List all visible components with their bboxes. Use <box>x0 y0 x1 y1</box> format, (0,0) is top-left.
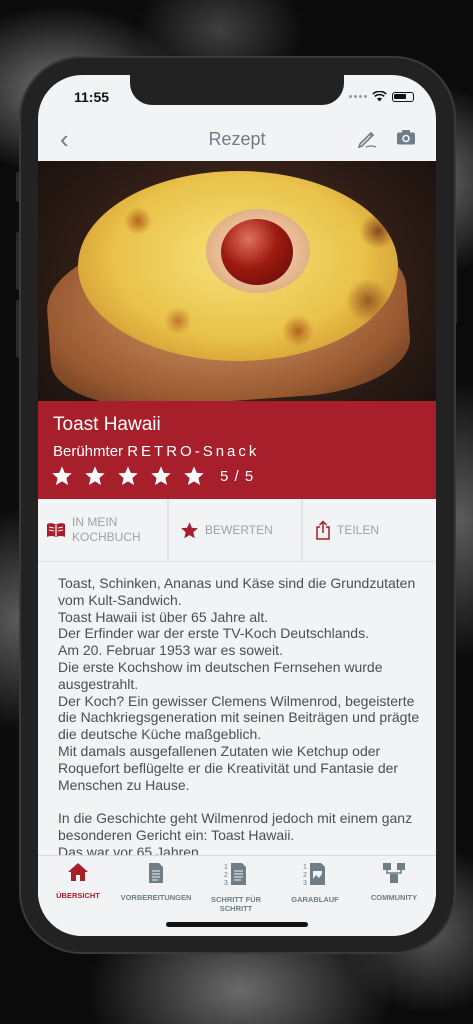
recipe-header: Toast Hawaii Berühmter RETRO-Snack 5 / 5 <box>38 401 436 499</box>
description-line: Der Koch? Ein gewisser Clemens Wilmenrod… <box>58 692 420 743</box>
description-line <box>58 793 420 810</box>
nav-bar: ‹ Rezept <box>38 119 436 161</box>
notch <box>130 75 344 105</box>
action-bar: IN MEIN KOCHBUCH BEWERTEN TEILEN <box>38 499 436 561</box>
tab-cooking-process[interactable]: 1 2 3 GARABLAUF <box>275 862 355 904</box>
svg-text:3: 3 <box>303 880 307 886</box>
book-icon <box>47 523 65 537</box>
tab-preparations-label: VORBEREITUNGEN <box>120 893 192 902</box>
svg-text:3: 3 <box>224 880 228 886</box>
tab-overview[interactable]: ÜBERSICHT <box>38 862 118 900</box>
status-time: 11:55 <box>74 89 110 105</box>
svg-text:1: 1 <box>224 864 228 871</box>
home-icon <box>68 863 88 881</box>
wifi-icon <box>372 91 387 102</box>
tab-community-label: COMMUNITY <box>370 893 418 902</box>
svg-text:2: 2 <box>303 872 307 879</box>
tab-community[interactable]: COMMUNITY <box>354 862 434 902</box>
recipe-photo <box>38 161 436 401</box>
recipe-subtitle-prefix: Berühmter <box>53 443 128 460</box>
rating-stars: 5 / 5 <box>51 465 254 487</box>
rate-label: BEWERTEN <box>205 522 273 537</box>
add-to-cookbook-button[interactable]: IN MEIN KOCHBUCH <box>38 499 167 561</box>
tab-preparations[interactable]: VORBEREITUNGEN <box>116 862 196 902</box>
recipe-description: Toast, Schinken, Ananas und Käse sind di… <box>58 575 420 861</box>
status-icons <box>349 91 414 102</box>
steps-icon: 1 2 3 <box>224 863 246 887</box>
svg-text:2: 2 <box>224 872 228 879</box>
edit-pencil-icon[interactable] <box>356 127 378 149</box>
document-icon <box>149 863 163 883</box>
description-line: Mit damals ausgefallenen Zutaten wie Ket… <box>58 742 399 793</box>
description-line: Toast, Schinken, Ananas und Käse sind di… <box>58 575 416 608</box>
rate-button[interactable]: BEWERTEN <box>169 499 301 561</box>
share-button[interactable]: TEILEN <box>303 499 436 561</box>
tab-cooking-process-label: GARABLAUF <box>291 895 339 904</box>
share-icon <box>316 520 330 540</box>
cocktail-cherry <box>221 219 293 285</box>
add-to-cookbook-label: IN MEIN KOCHBUCH <box>72 515 141 544</box>
signal-icon <box>349 95 367 98</box>
home-indicator <box>166 922 308 927</box>
tab-step-by-step[interactable]: 1 2 3 SCHRITT FÜR SCHRITT <box>196 862 276 913</box>
description-line: Die erste Kochshow im deutschen Fernsehe… <box>58 658 383 692</box>
svg-text:1: 1 <box>303 864 307 871</box>
recipe-title: Toast Hawaii <box>53 414 161 435</box>
star-icon <box>118 466 138 485</box>
description-line: Am 20. Februar 1953 war es soweit. <box>58 642 283 659</box>
description-line: Der Erfinder war der erste TV-Koch Deuts… <box>58 625 369 642</box>
recipe-subtitle-highlight: RETRO-Snack <box>127 443 260 460</box>
battery-icon <box>392 91 414 102</box>
star-icon <box>151 466 171 485</box>
community-icon <box>383 863 405 883</box>
camera-icon[interactable] <box>396 129 416 145</box>
tab-overview-label: ÜBERSICHT <box>56 891 100 900</box>
divider <box>38 561 436 562</box>
star-icon <box>85 466 105 485</box>
description-line: Toast Hawaii ist über 65 Jahre alt. <box>58 608 269 625</box>
recipe-subtitle: Berühmter RETRO-Snack <box>53 443 259 460</box>
steps-image-icon: 1 2 3 <box>303 863 325 887</box>
description-line: In die Geschichte geht Wilmenrod jedoch … <box>58 810 413 843</box>
star-icon <box>181 521 198 538</box>
tab-step-by-step-label: SCHRITT FÜR SCHRITT <box>211 895 261 913</box>
rating-text: 5 / 5 <box>220 467 255 485</box>
app-screen: 11:55 ‹ Rezept Toast Hawaii Berühmter RE… <box>38 75 436 936</box>
star-icon <box>184 466 204 485</box>
star-icon <box>52 466 72 485</box>
share-label: TEILEN <box>337 522 380 537</box>
